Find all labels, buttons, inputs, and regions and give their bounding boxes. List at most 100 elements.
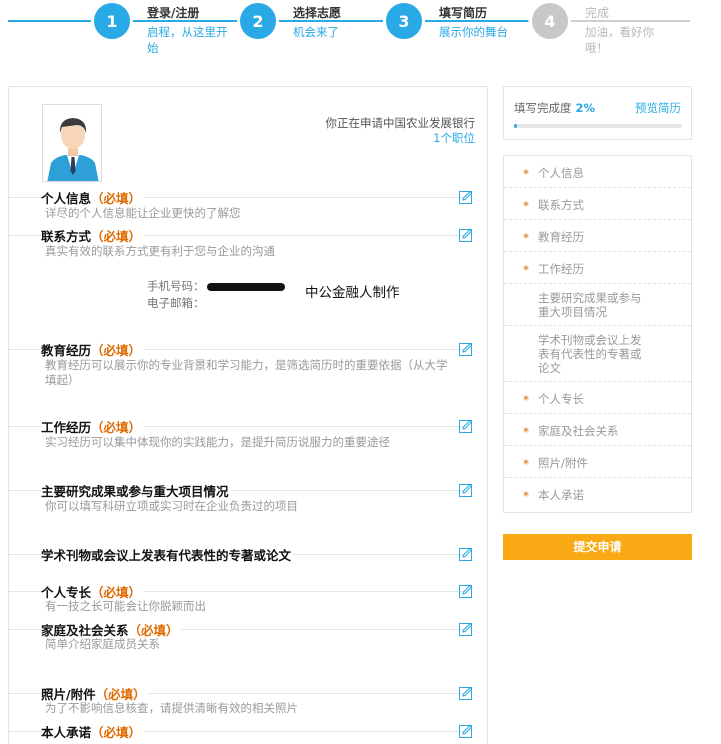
nav-item-label: 学术刊物或会议上发表有代表性的专著或论文 bbox=[538, 333, 642, 375]
avatar-placeholder-icon bbox=[43, 105, 101, 181]
edit-icon[interactable] bbox=[459, 622, 473, 636]
nav-item-label: 主要研究成果或参与重大项目情况 bbox=[538, 291, 642, 319]
required-star-icon: * bbox=[523, 231, 529, 245]
edit-icon[interactable] bbox=[459, 547, 473, 561]
edit-icon[interactable] bbox=[459, 724, 473, 738]
section-title: 工作经历（必填） bbox=[41, 417, 144, 436]
step-2-circle: 2 bbox=[237, 0, 279, 42]
nav-item-label: 教育经历 bbox=[538, 230, 584, 244]
step-1-title: 登录/注册 bbox=[147, 6, 200, 20]
edit-icon[interactable] bbox=[459, 483, 473, 497]
required-mark: （必填） bbox=[91, 585, 142, 600]
nav-item-label: 个人信息 bbox=[538, 166, 584, 180]
required-mark: （必填） bbox=[128, 623, 179, 638]
applied-positions-link[interactable]: 1个职位 bbox=[433, 130, 475, 146]
nav-item[interactable]: * 联系方式 bbox=[504, 187, 691, 219]
nav-item[interactable]: * 照片/附件 bbox=[504, 445, 691, 477]
required-mark: （必填） bbox=[91, 229, 142, 244]
section-title-text: 联系方式 bbox=[41, 229, 92, 244]
edit-icon[interactable] bbox=[459, 686, 473, 700]
section-title-text: 家庭及社会关系 bbox=[41, 623, 129, 638]
step-4-title: 完成 bbox=[585, 6, 610, 20]
resume-form-panel: 你正在申请中国农业发展银行 1个职位 个人信息（必填） 详尽的个人信息能让企业更… bbox=[8, 86, 488, 744]
email-label: 电子邮箱： bbox=[147, 296, 205, 310]
nav-item[interactable]: * 工作经历 bbox=[504, 251, 691, 283]
nav-item[interactable]: * 个人专长 bbox=[504, 381, 691, 413]
step-2-subtitle: 机会来了 bbox=[293, 25, 339, 39]
required-star-icon: * bbox=[523, 263, 529, 277]
nav-item[interactable]: 学术刊物或会议上发表有代表性的专著或论文 bbox=[504, 325, 691, 381]
edit-icon[interactable] bbox=[459, 342, 473, 356]
section-title-text: 个人信息 bbox=[41, 191, 92, 206]
required-star-icon: * bbox=[523, 425, 529, 439]
nav-item-label: 个人专长 bbox=[538, 392, 584, 406]
step-2-title: 选择志愿 bbox=[293, 6, 342, 20]
edit-icon[interactable] bbox=[459, 419, 473, 433]
required-mark: （必填） bbox=[91, 191, 142, 206]
required-mark: （必填） bbox=[91, 343, 142, 358]
required-mark: （必填） bbox=[95, 687, 146, 702]
nav-item-label: 照片/附件 bbox=[538, 456, 588, 470]
section-description: 你可以填写科研立项或实习时在企业负责过的项目 bbox=[45, 499, 298, 513]
completion-progress-bar bbox=[514, 124, 682, 128]
section-title: 主要研究成果或参与重大项目情况 bbox=[41, 481, 231, 500]
watermark-text: 中公金融人制作 bbox=[305, 285, 400, 301]
nav-item[interactable]: * 教育经历 bbox=[504, 219, 691, 251]
nav-item[interactable]: 主要研究成果或参与重大项目情况 bbox=[504, 283, 691, 325]
completion-label-text: 填写完成度 bbox=[514, 101, 572, 115]
nav-item-label: 家庭及社会关系 bbox=[538, 424, 619, 438]
section-description: 真实有效的联系方式更有利于您与企业的沟通 bbox=[45, 244, 275, 258]
section-nav: * 个人信息 * 联系方式 * 教育经历 * 工作经历主要研究成果或参与重大项目情况学术刊物或… bbox=[503, 155, 692, 513]
completion-label: 填写完成度 2% bbox=[514, 100, 595, 116]
submit-application-button[interactable]: 提交申请 bbox=[503, 534, 692, 560]
required-star-icon: * bbox=[523, 167, 529, 181]
preview-resume-link[interactable]: 预览简历 bbox=[635, 100, 681, 116]
section-title: 教育经历（必填） bbox=[41, 340, 144, 359]
edit-icon[interactable] bbox=[459, 584, 473, 598]
nav-item-label: 工作经历 bbox=[538, 262, 584, 276]
edit-icon[interactable] bbox=[459, 228, 473, 242]
step-3-title: 填写简历 bbox=[439, 6, 488, 20]
section-title-text: 工作经历 bbox=[41, 420, 92, 435]
progress-steps: 1 登录/注册 启程，从这里开始 2 选择志愿 机会来了 3 填写简历 展示你的… bbox=[0, 0, 721, 80]
section-title: 本人承诺（必填） bbox=[41, 722, 144, 741]
section-description: 简单介绍家庭成员关系 bbox=[45, 637, 160, 651]
email-row: 电子邮箱： bbox=[147, 295, 205, 311]
section-description: 为了不影响信息核查，请提供清晰有效的相关照片 bbox=[45, 701, 298, 715]
completion-percent: 2% bbox=[575, 101, 596, 115]
required-mark: （必填） bbox=[91, 420, 142, 435]
applying-organization: 你正在申请中国农业发展银行 bbox=[325, 116, 476, 130]
completion-progress-fill bbox=[514, 124, 518, 128]
nav-item[interactable]: * 个人信息 bbox=[504, 155, 691, 187]
section-description: 详尽的个人信息能让企业更快的了解您 bbox=[45, 206, 241, 220]
section-description: 有一技之长可能会让你脱颖而出 bbox=[45, 599, 206, 613]
section-description: 教育经历可以展示你的专业背景和学习能力，是筛选简历时的重要依据（从大学填起） bbox=[45, 358, 448, 387]
step-1-circle: 1 bbox=[91, 0, 133, 42]
required-star-icon: * bbox=[523, 457, 529, 471]
nav-item[interactable]: * 本人承诺 bbox=[504, 477, 691, 509]
nav-item-label: 本人承诺 bbox=[538, 488, 584, 502]
step-1-subtitle: 启程，从这里开始 bbox=[147, 25, 228, 55]
masked-phone-number bbox=[206, 282, 285, 291]
phone-row: 手机号码： bbox=[147, 278, 285, 294]
section-title-text: 教育经历 bbox=[41, 343, 92, 358]
completion-progress-box: 填写完成度 2% 预览简历 bbox=[503, 86, 692, 140]
nav-item[interactable]: * 家庭及社会关系 bbox=[504, 413, 691, 445]
step-4-circle: 4 bbox=[529, 0, 571, 42]
avatar bbox=[42, 104, 102, 182]
required-mark: （必填） bbox=[91, 725, 142, 740]
section-title: 学术刊物或会议上发表有代表性的专著或论文 bbox=[41, 545, 294, 564]
section-title: 个人信息（必填） bbox=[41, 188, 144, 207]
section-title-text: 本人承诺 bbox=[41, 725, 92, 740]
required-star-icon: * bbox=[523, 199, 529, 213]
nav-item-label: 联系方式 bbox=[538, 198, 584, 212]
required-star-icon: * bbox=[523, 393, 529, 407]
required-star-icon: * bbox=[523, 489, 529, 503]
phone-label: 手机号码： bbox=[147, 279, 205, 293]
edit-icon[interactable] bbox=[459, 190, 473, 204]
section-title: 联系方式（必填） bbox=[41, 226, 144, 245]
section-title-text: 个人专长 bbox=[41, 585, 92, 600]
step-3-circle: 3 bbox=[383, 0, 425, 42]
step-3-subtitle: 展示你的舞台 bbox=[439, 25, 508, 39]
section-title-text: 照片/附件 bbox=[41, 687, 96, 702]
